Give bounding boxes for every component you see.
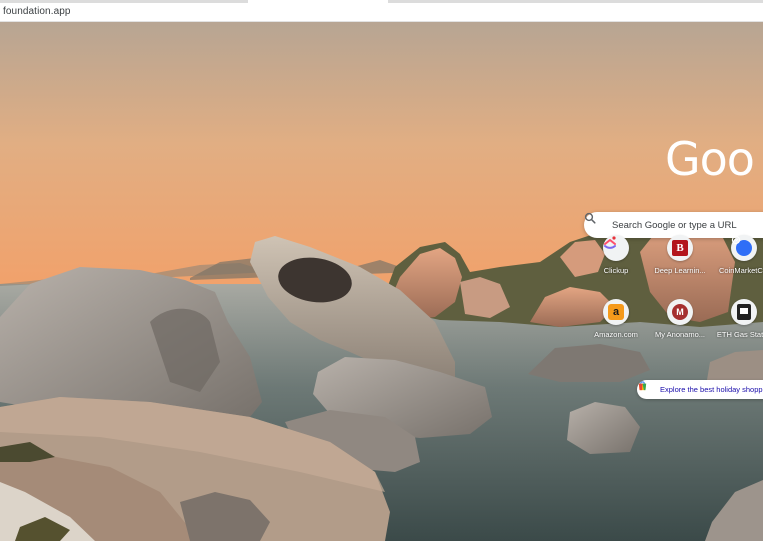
clickup-icon [604, 236, 616, 249]
shortcut-tile[interactable] [731, 299, 757, 325]
eth-gas-glyph [740, 307, 748, 314]
amazon-icon: a [608, 304, 624, 320]
shortcut-eth-gas[interactable]: ETH Gas Stati... [714, 299, 763, 347]
search-icon [584, 212, 596, 224]
deep-learning-icon: B [672, 240, 688, 256]
shortcut-my-anonamo[interactable]: M My Anonamo... [650, 299, 710, 347]
shortcut-tile[interactable]: M [667, 299, 693, 325]
shortcut-coinmarketcap[interactable]: CoinMarketC... [714, 235, 763, 283]
google-logo: Goo [665, 132, 755, 186]
m-letter-icon: M [672, 304, 688, 320]
promo-text: Explore the best holiday shopping [660, 385, 763, 394]
address-bar[interactable]: foundation.app [0, 3, 763, 22]
coinmarketcap-icon [731, 235, 752, 256]
shortcut-label: ETH Gas Stati... [716, 330, 763, 339]
landscape-image [0, 22, 763, 541]
coinmarketcap-glyph [731, 235, 741, 245]
shortcut-label: Amazon.com [594, 330, 638, 339]
eth-gas-icon [737, 304, 751, 320]
shortcut-clickup[interactable]: Clickup [586, 235, 646, 283]
shortcut-amazon[interactable]: a Amazon.com [586, 299, 646, 347]
shortcut-tile[interactable]: a [603, 299, 629, 325]
shopping-bag-icon [638, 381, 647, 391]
shortcut-tile[interactable] [603, 235, 629, 261]
shortcut-tile[interactable]: B [667, 235, 693, 261]
background-photo: Goo Clickup B Deep Learnin... [0, 22, 763, 541]
promo-chip[interactable]: Explore the best holiday shopping [637, 380, 763, 399]
shortcut-deep-learning[interactable]: B Deep Learnin... [650, 235, 710, 283]
shortcut-label: My Anonamo... [654, 330, 706, 339]
address-text: foundation.app [3, 6, 71, 17]
shortcut-tile[interactable] [731, 235, 757, 261]
shortcut-label: CoinMarketC... [718, 266, 763, 275]
shortcut-label: Clickup [603, 266, 629, 275]
shortcut-label: Deep Learnin... [654, 266, 706, 275]
